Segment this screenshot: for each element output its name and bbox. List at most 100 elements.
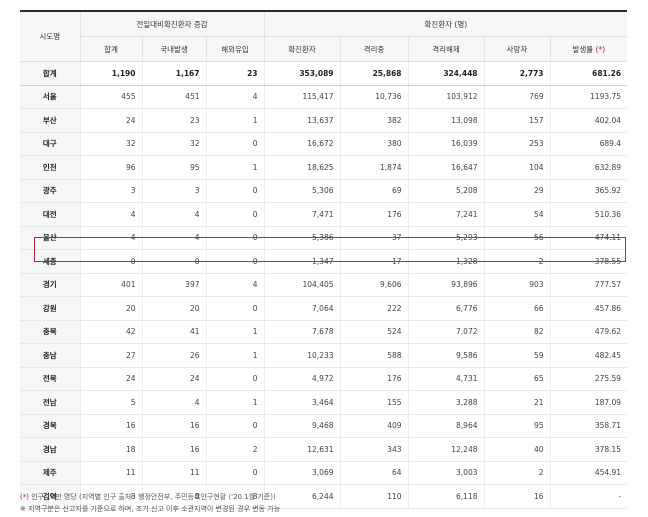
domestic-cell: 11 xyxy=(141,461,206,485)
incidence-cell: 457.86 xyxy=(549,296,628,321)
total-cell: 11 xyxy=(79,461,142,485)
incidence-cell: 365.92 xyxy=(549,179,628,203)
daily-domestic-header: 국내발생 xyxy=(141,36,206,62)
table-row: 경기 401 397 4 104,405 9,606 93,896 903 777.57 xyxy=(20,273,628,297)
released-cell: 1,328 xyxy=(407,249,485,274)
deaths-cell: 95 xyxy=(483,414,551,438)
imported-cell: 0 xyxy=(205,367,265,391)
isolated-cell: 155 xyxy=(339,390,409,415)
table-row: 경북 16 16 0 9,468 409 8,964 95 358.71 xyxy=(20,414,628,438)
incidence-cell: 777.57 xyxy=(549,273,628,297)
isolated-cell: 588 xyxy=(339,343,409,368)
confirmed-cell: 9,468 xyxy=(263,414,341,438)
total-cell: 18 xyxy=(79,437,142,462)
domestic-cell: 41 xyxy=(141,320,206,344)
released-cell: 16,647 xyxy=(407,155,485,180)
confirmed-cell: 5,386 xyxy=(263,226,341,250)
confirmed-cell: 5,306 xyxy=(263,179,341,203)
domestic-cell: 1,167 xyxy=(141,61,206,86)
incidence-cell: 402.04 xyxy=(549,108,628,133)
deaths-cell: 21 xyxy=(483,390,551,415)
released-cell: 5,293 xyxy=(407,226,485,250)
released-cell: 13,098 xyxy=(407,108,485,133)
isolated-cell: 380 xyxy=(339,132,409,156)
table-row: 충북 42 41 1 7,678 524 7,072 82 479.62 xyxy=(20,320,628,344)
total-cell: 1,190 xyxy=(79,61,142,86)
incidence-cell: 681.26 xyxy=(549,61,628,86)
incidence-cell: 275.59 xyxy=(549,367,628,391)
released-cell: 324,448 xyxy=(407,61,485,86)
deaths-cell: 40 xyxy=(483,437,551,462)
domestic-cell: 32 xyxy=(141,132,206,156)
imported-cell: 0 xyxy=(205,414,265,438)
imported-cell: 4 xyxy=(205,85,265,109)
incidence-cell: 689.4 xyxy=(549,132,628,156)
incidence-cell: 187.09 xyxy=(549,390,628,415)
released-cell: 8,964 xyxy=(407,414,485,438)
total-cell: 4 xyxy=(79,226,142,250)
total-cell: 4 xyxy=(79,202,142,227)
imported-cell: 0 xyxy=(205,202,265,227)
table-row: 전북 24 24 0 4,972 176 4,731 65 275.59 xyxy=(20,367,628,391)
domestic-cell: 4 xyxy=(141,202,206,227)
total-cell: 42 xyxy=(79,320,142,344)
isolated-cell: 25,868 xyxy=(339,61,409,86)
domestic-cell: 3 xyxy=(141,179,206,203)
confirmed-cell: 12,631 xyxy=(263,437,341,462)
daily-change-group-header: 전일대비확진환자 증감 xyxy=(79,10,265,37)
region-name-cell: 제주 xyxy=(20,461,80,485)
domestic-cell: 16 xyxy=(141,437,206,462)
confirmed-cell: 3,069 xyxy=(263,461,341,485)
incidence-cell: 378.15 xyxy=(549,437,628,462)
total-cell: 27 xyxy=(79,343,142,368)
incidence-cell: 358.71 xyxy=(549,414,628,438)
total-cell: 24 xyxy=(79,367,142,391)
table-row: 울산 4 4 0 5,386 37 5,293 56 474.11 xyxy=(20,226,628,250)
released-cell: 6,118 xyxy=(407,484,485,509)
imported-cell: 23 xyxy=(205,61,265,86)
table-row: 대전 4 4 0 7,471 176 7,241 54 510.36 xyxy=(20,202,628,227)
isolated-cell: 37 xyxy=(339,226,409,250)
isolated-cell: 110 xyxy=(339,484,409,509)
confirmed-cell: 10,233 xyxy=(263,343,341,368)
released-cell: 12,248 xyxy=(407,437,485,462)
region-name-cell: 합계 xyxy=(20,61,80,86)
table-row: 대구 32 32 0 16,672 380 16,039 253 689.4 xyxy=(20,132,628,156)
imported-cell: 0 xyxy=(205,296,265,321)
region-name-cell: 경북 xyxy=(20,414,80,438)
region-name-cell: 전북 xyxy=(20,367,80,391)
released-cell: 9,586 xyxy=(407,343,485,368)
table-body: 합계 1,190 1,167 23 353,089 25,868 324,448 2,773 6… xyxy=(20,61,628,509)
region-name-cell: 광주 xyxy=(20,179,80,203)
imported-cell: 1 xyxy=(205,390,265,415)
region-name-cell: 부산 xyxy=(20,108,80,133)
domestic-cell: 23 xyxy=(141,108,206,133)
imported-cell: 2 xyxy=(205,437,265,462)
deaths-cell: 157 xyxy=(483,108,551,133)
footnote-mark: (*) xyxy=(20,493,29,501)
table-row: 부산 24 23 1 13,637 382 13,098 157 402.04 xyxy=(20,108,628,133)
isolated-cell: 9,606 xyxy=(339,273,409,297)
isolated-cell: 382 xyxy=(339,108,409,133)
total-cell: 16 xyxy=(79,414,142,438)
region-name-cell: 울산 xyxy=(20,226,80,250)
incidence-cell: - xyxy=(549,484,628,509)
imported-cell: 0 xyxy=(205,461,265,485)
domestic-cell: 26 xyxy=(141,343,206,368)
region-name-cell: 경기 xyxy=(20,273,80,297)
incidence-header: 발생률 (*) xyxy=(549,36,628,62)
released-cell: 3,288 xyxy=(407,390,485,415)
released-cell: 103,912 xyxy=(407,85,485,109)
total-row: 합계 1,190 1,167 23 353,089 25,868 324,448 2,773 6… xyxy=(20,61,628,86)
footnote-incidence-text: 인구 10만 명당 (지역별 인구 출처 : 행정안전부, 주민등록인구현황 (… xyxy=(28,493,276,501)
imported-cell: 0 xyxy=(205,249,265,274)
region-name-cell: 대전 xyxy=(20,202,80,227)
table-row: 충남 27 26 1 10,233 588 9,586 59 482.45 xyxy=(20,343,628,368)
table-row: 경남 18 16 2 12,631 343 12,248 40 378.15 xyxy=(20,437,628,462)
isolated-cell: 1,874 xyxy=(339,155,409,180)
table-row: 광주 3 3 0 5,306 69 5,208 29 365.92 xyxy=(20,179,628,203)
incidence-cell: 479.62 xyxy=(549,320,628,344)
deaths-cell: 769 xyxy=(483,85,551,109)
domestic-cell: 20 xyxy=(141,296,206,321)
domestic-cell: 397 xyxy=(141,273,206,297)
